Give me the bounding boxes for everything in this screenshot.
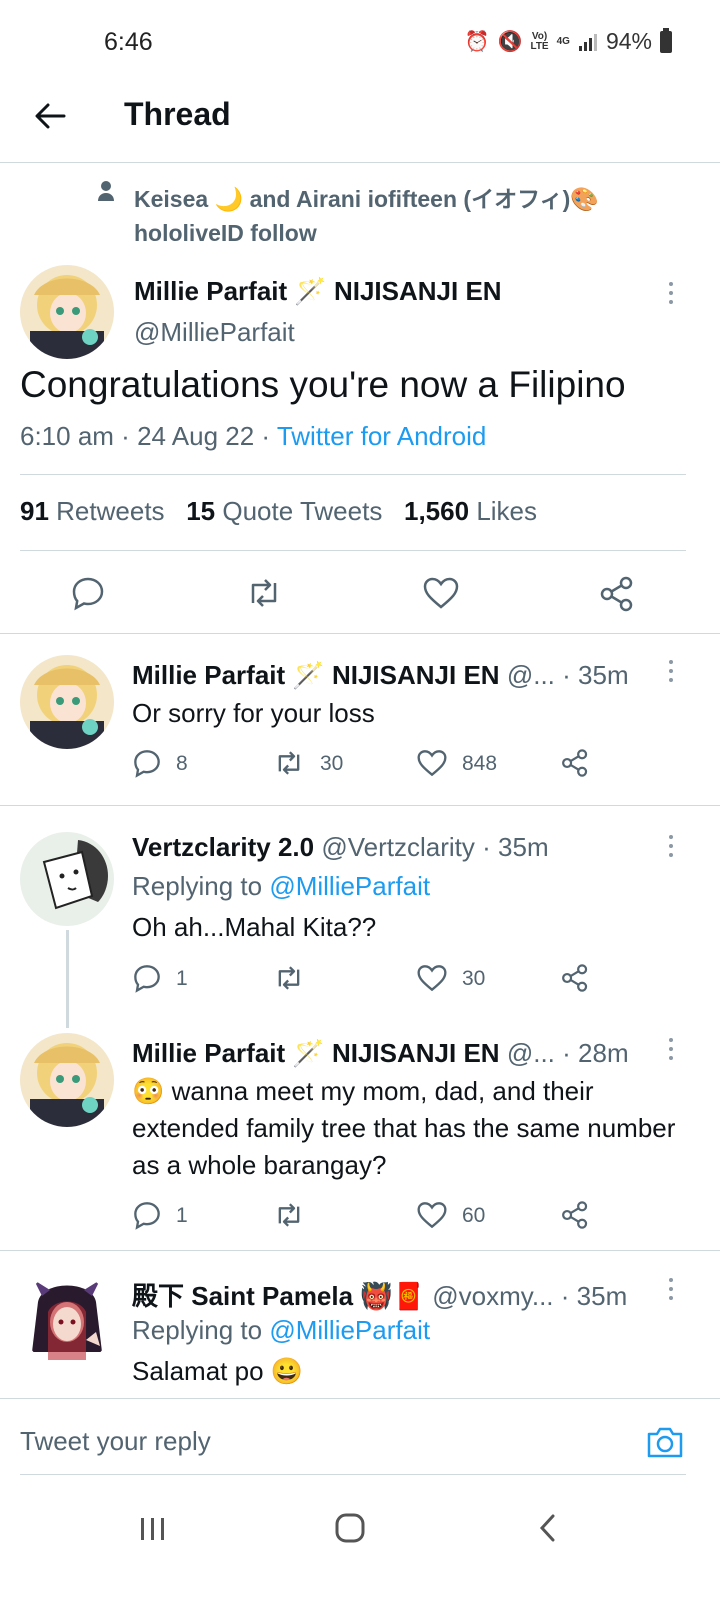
reply-header[interactable]: Millie Parfait 🪄 NIJISANJI EN @... · 35m [132, 660, 629, 691]
more-options-icon[interactable] [667, 660, 675, 686]
signal-icon [578, 33, 597, 51]
quotes-stat[interactable]: 15 Quote Tweets [186, 496, 382, 526]
like-icon[interactable] [416, 1200, 448, 1236]
reply-icon[interactable] [132, 748, 162, 784]
reply-icon[interactable] [132, 963, 162, 999]
divider [0, 805, 720, 806]
header-divider [0, 162, 720, 163]
reply-bar-underline [20, 1474, 686, 1475]
home-button[interactable] [334, 1512, 366, 1549]
replying-to-link[interactable]: @MillieParfait [269, 1315, 430, 1345]
tweet-source-link[interactable]: Twitter for Android [277, 421, 487, 451]
reply-count: 8 [176, 752, 188, 775]
reply-icon[interactable] [132, 1200, 162, 1236]
reply-header[interactable]: 殿下 Saint Pamela 👹🧧 @voxmy... · 35m [132, 1276, 627, 1313]
avatar[interactable] [20, 1033, 114, 1127]
system-nav-bar [0, 1490, 720, 1600]
reply-text: Or sorry for your loss [132, 698, 375, 728]
status-time: 6:46 [104, 28, 153, 56]
page-title: Thread [124, 96, 231, 132]
like-count: 60 [462, 1204, 486, 1227]
tweet-stats: 91 Retweets 15 Quote Tweets 1,560 Likes [20, 496, 537, 527]
divider [0, 1250, 720, 1251]
share-icon[interactable] [598, 575, 636, 618]
more-options-icon[interactable] [667, 1278, 675, 1304]
arrow-left-icon [35, 103, 66, 129]
like-icon[interactable] [416, 963, 448, 999]
thread-line [66, 930, 69, 1028]
reply-icon[interactable] [70, 575, 106, 616]
person-icon [96, 180, 116, 207]
likes-stat[interactable]: 1,560 Likes [404, 496, 537, 526]
mute-icon: 🔇 [497, 31, 523, 53]
reply-count: 1 [176, 1204, 188, 1227]
reply-header[interactable]: Vertzclarity 2.0 @Vertzclarity · 35m [132, 832, 549, 863]
reply-header[interactable]: Millie Parfait 🪄 NIJISANJI EN @... · 28m [132, 1038, 629, 1069]
replying-to-link[interactable]: @MillieParfait [269, 871, 430, 901]
like-icon[interactable] [416, 748, 448, 784]
like-count: 848 [462, 752, 498, 775]
alarm-icon: ⏰ [464, 31, 490, 53]
back-button[interactable] [30, 96, 70, 136]
retweets-stat[interactable]: 91 Retweets [20, 496, 165, 526]
reply-count: 1 [176, 967, 188, 990]
like-count: 30 [462, 967, 486, 990]
avatar[interactable] [20, 265, 114, 359]
more-options-icon[interactable] [667, 282, 675, 308]
camera-icon[interactable] [646, 1424, 684, 1465]
divider [20, 474, 686, 475]
battery-level: 94% [605, 28, 652, 54]
retweet-count: 30 [320, 752, 344, 775]
tweet-meta: 6:10 am · 24 Aug 22 · Twitter for Androi… [20, 421, 487, 451]
retweet-icon[interactable] [272, 1200, 306, 1236]
divider [0, 633, 720, 634]
tweet-text: Congratulations you're now a Filipino [20, 364, 626, 405]
avatar[interactable] [20, 1272, 114, 1366]
status-bar: 6:46 ⏰ 🔇 Vo) LTE 4G 94% [0, 0, 720, 80]
divider [20, 550, 686, 551]
battery-icon [660, 27, 672, 53]
social-context[interactable]: Keisea 🌙 and Airani iofifteen (イオフィ)🎨 ho… [134, 182, 654, 250]
retweet-icon[interactable] [272, 963, 306, 999]
replying-to: Replying to @MillieParfait [132, 871, 431, 901]
volte-icon: Vo) LTE [530, 30, 549, 52]
status-icons: ⏰ 🔇 Vo) LTE 4G 94% [464, 27, 672, 55]
reply-text: 😳 wanna meet my mom, dad, and their exte… [132, 1076, 676, 1180]
author-handle[interactable]: @MillieParfait [134, 317, 295, 348]
author-name[interactable]: Millie Parfait 🪄 NIJISANJI EN [134, 276, 502, 307]
tweet-time: 6:10 am [20, 421, 114, 451]
retweet-icon[interactable] [244, 575, 284, 616]
replying-to: Replying to @MillieParfait [132, 1315, 431, 1345]
avatar[interactable] [20, 655, 114, 749]
reply-input[interactable]: Tweet your reply [20, 1426, 211, 1457]
tweet-date: 24 Aug 22 [137, 421, 255, 451]
more-options-icon[interactable] [667, 1038, 675, 1064]
reply-text: Salamat po 😀 [132, 1356, 304, 1386]
share-icon[interactable] [560, 963, 590, 999]
share-icon[interactable] [560, 1200, 590, 1236]
like-icon[interactable] [422, 575, 460, 616]
reply-text: Oh ah...Mahal Kita?? [132, 912, 377, 942]
back-nav-button[interactable] [536, 1512, 560, 1549]
avatar[interactable] [20, 832, 114, 926]
more-options-icon[interactable] [667, 835, 675, 861]
network-type: 4G [556, 35, 570, 47]
reply-bar-divider [0, 1398, 720, 1399]
share-icon[interactable] [560, 748, 590, 784]
retweet-icon[interactable] [272, 748, 306, 784]
recent-apps-button[interactable] [138, 1514, 168, 1549]
